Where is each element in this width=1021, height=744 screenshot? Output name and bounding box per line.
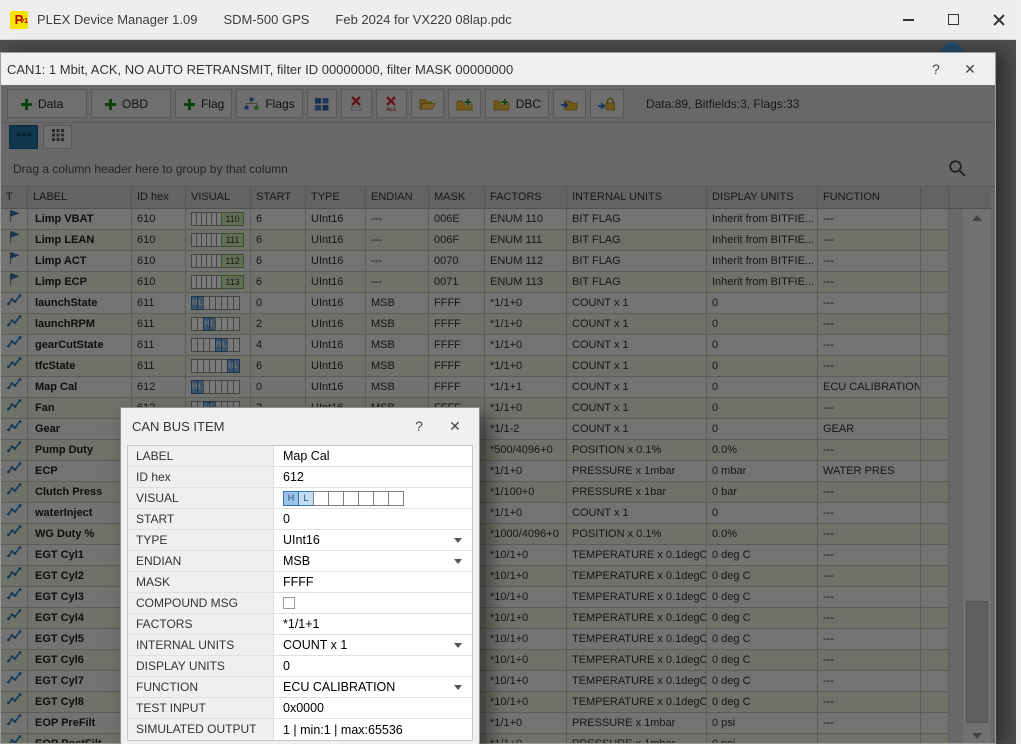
dialog-field-simulated-output: SIMULATED OUTPUT 1 | min:1 | max:65536 bbox=[128, 719, 472, 740]
chevron-down-icon[interactable] bbox=[454, 643, 462, 648]
field-value-text: 1 | min:1 | max:65536 bbox=[283, 720, 403, 740]
field-value-text: UInt16 bbox=[283, 530, 320, 550]
field-value-simulated-output[interactable]: 1 | min:1 | max:65536 bbox=[274, 719, 472, 740]
help-icon: ? bbox=[932, 61, 940, 77]
dialog-field-test-input: TEST INPUT 0x0000 bbox=[128, 698, 472, 719]
field-value-text: *1/1+1 bbox=[283, 614, 320, 634]
byte-cell-high: H bbox=[283, 491, 299, 506]
maximize-icon bbox=[948, 14, 959, 25]
device-name: SDM-500 GPS bbox=[223, 12, 309, 27]
field-label: MASK bbox=[128, 572, 274, 592]
dialog-field-type: TYPE UInt16 bbox=[128, 530, 472, 551]
field-value-text: COUNT x 1 bbox=[283, 635, 347, 655]
can1-title: CAN1: 1 Mbit, ACK, NO AUTO RETRANSMIT, f… bbox=[7, 62, 919, 77]
minimize-button[interactable] bbox=[886, 3, 931, 37]
field-value-text: ECU CALIBRATION bbox=[283, 677, 395, 697]
field-value-display-units[interactable]: 0 bbox=[274, 656, 472, 676]
field-label: FACTORS bbox=[128, 614, 274, 634]
dialog-field-endian: ENDIAN MSB bbox=[128, 551, 472, 572]
field-value-mask[interactable]: FFFF bbox=[274, 572, 472, 592]
field-value-text: 612 bbox=[283, 467, 304, 487]
field-value-type[interactable]: UInt16 bbox=[274, 530, 472, 550]
can1-titlebar: CAN1: 1 Mbit, ACK, NO AUTO RETRANSMIT, f… bbox=[1, 53, 995, 85]
bit-cell bbox=[358, 491, 374, 506]
close-icon bbox=[993, 14, 1005, 26]
app-logo-icon: Pv1 bbox=[10, 11, 28, 29]
dialog-field-start: START 0 bbox=[128, 509, 472, 530]
field-label: START bbox=[128, 509, 274, 529]
dialog-close-button[interactable]: ✕ bbox=[437, 414, 473, 438]
dialog-field-label: LABEL Map Cal bbox=[128, 446, 472, 467]
bit-cell bbox=[328, 491, 344, 506]
dialog-field-function: FUNCTION ECU CALIBRATION bbox=[128, 677, 472, 698]
app-title: PLEX Device Manager 1.09 bbox=[37, 12, 197, 27]
dialog-field-factors: FACTORS *1/1+1 bbox=[128, 614, 472, 635]
help-icon: ? bbox=[415, 418, 423, 434]
visual-bitmap: HL bbox=[283, 491, 403, 506]
main-titlebar: Pv1 PLEX Device Manager 1.09 SDM-500 GPS… bbox=[0, 0, 1021, 40]
chevron-down-icon[interactable] bbox=[454, 685, 462, 690]
field-value-visual[interactable]: HL bbox=[274, 488, 472, 508]
bit-cell bbox=[373, 491, 389, 506]
field-value-factors[interactable]: *1/1+1 bbox=[274, 614, 472, 634]
document-name: Feb 2024 for VX220 08lap.pdc bbox=[335, 12, 511, 27]
dialog-field-compound-msg: COMPOUND MSG bbox=[128, 593, 472, 614]
can-bus-item-dialog: CAN BUS ITEM ? ✕ LABELMap CalID hex612VI… bbox=[120, 407, 480, 744]
bit-cell bbox=[343, 491, 359, 506]
dialog-fields: LABEL Map Cal ID hex 612 VISUAL HL START 0 TYPE U… bbox=[127, 445, 473, 741]
field-label: TEST INPUT bbox=[128, 698, 274, 718]
close-icon: ✕ bbox=[449, 418, 461, 435]
maximize-button[interactable] bbox=[931, 3, 976, 37]
field-label: VISUAL bbox=[128, 488, 274, 508]
field-label: INTERNAL UNITS bbox=[128, 635, 274, 655]
app-window: Pv1 PLEX Device Manager 1.09 SDM-500 GPS… bbox=[0, 0, 1021, 744]
mdi-background: CAN1: 1 Mbit, ACK, NO AUTO RETRANSMIT, f… bbox=[0, 40, 1016, 744]
bit-cell bbox=[313, 491, 329, 506]
dialog-help-button[interactable]: ? bbox=[401, 414, 437, 438]
field-value-text: 0 bbox=[283, 509, 290, 529]
field-value-text: Map Cal bbox=[283, 446, 330, 466]
dialog-title: CAN BUS ITEM bbox=[132, 419, 401, 434]
field-value-text: 0x0000 bbox=[283, 698, 324, 718]
field-value-start[interactable]: 0 bbox=[274, 509, 472, 529]
field-label: COMPOUND MSG bbox=[128, 593, 274, 613]
field-label: ENDIAN bbox=[128, 551, 274, 571]
window-right-border bbox=[1016, 0, 1021, 744]
dialog-field-visual: VISUAL HL bbox=[128, 488, 472, 509]
close-button[interactable] bbox=[976, 3, 1021, 37]
field-value-text: 0 bbox=[283, 656, 290, 676]
field-label: FUNCTION bbox=[128, 677, 274, 697]
minimize-icon bbox=[903, 19, 914, 21]
bit-cell bbox=[388, 491, 404, 506]
dialog-field-id-hex: ID hex 612 bbox=[128, 467, 472, 488]
field-value-compound-msg[interactable] bbox=[274, 593, 472, 613]
field-value-text: MSB bbox=[283, 551, 310, 571]
field-label: ID hex bbox=[128, 467, 274, 487]
chevron-down-icon[interactable] bbox=[454, 559, 462, 564]
field-value-test-input[interactable]: 0x0000 bbox=[274, 698, 472, 718]
field-value-endian[interactable]: MSB bbox=[274, 551, 472, 571]
field-value-function[interactable]: ECU CALIBRATION bbox=[274, 677, 472, 697]
field-label: LABEL bbox=[128, 446, 274, 466]
field-value-internal-units[interactable]: COUNT x 1 bbox=[274, 635, 472, 655]
field-label: SIMULATED OUTPUT bbox=[128, 719, 274, 740]
byte-cell-low: L bbox=[298, 491, 314, 506]
field-value-id-hex[interactable]: 612 bbox=[274, 467, 472, 487]
field-label: TYPE bbox=[128, 530, 274, 550]
dialog-field-internal-units: INTERNAL UNITS COUNT x 1 bbox=[128, 635, 472, 656]
chevron-down-icon[interactable] bbox=[454, 538, 462, 543]
can1-help-button[interactable]: ? bbox=[919, 57, 953, 81]
dialog-titlebar: CAN BUS ITEM ? ✕ bbox=[121, 408, 479, 444]
dialog-field-mask: MASK FFFF bbox=[128, 572, 472, 593]
dialog-field-display-units: DISPLAY UNITS 0 bbox=[128, 656, 472, 677]
field-value-label[interactable]: Map Cal bbox=[274, 446, 472, 466]
close-icon: ✕ bbox=[964, 61, 976, 78]
field-value-text: FFFF bbox=[283, 572, 314, 592]
compound-msg-checkbox[interactable] bbox=[283, 597, 295, 609]
field-label: DISPLAY UNITS bbox=[128, 656, 274, 676]
can1-close-button[interactable]: ✕ bbox=[953, 57, 987, 81]
